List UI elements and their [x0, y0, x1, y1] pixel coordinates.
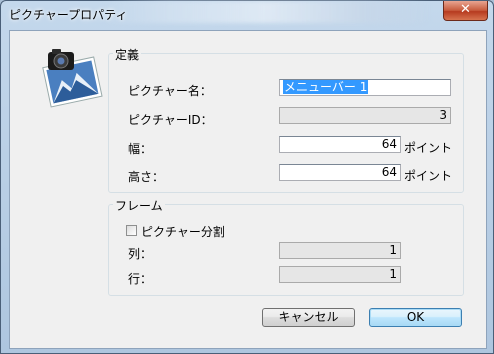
height-label: 高さ：	[128, 170, 165, 184]
cancel-button[interactable]: キャンセル	[262, 308, 355, 327]
frame-group-title: フレーム	[113, 197, 165, 214]
picture-id-field: 3	[279, 107, 451, 124]
picture-name-label: ピクチャー名：	[128, 84, 212, 98]
columns-field: 1	[279, 242, 401, 259]
height-unit: ポイント	[404, 169, 453, 183]
columns-label: 列：	[128, 247, 153, 261]
picture-split-checkbox[interactable]	[126, 225, 137, 236]
close-icon: ✕	[460, 2, 471, 17]
picture-id-label: ピクチャーID：	[128, 113, 213, 127]
picture-name-value: メニューバー 1	[283, 80, 369, 94]
titlebar-background	[101, 1, 431, 23]
dialog-window: ピクチャープロパティ ✕ 定義 ピクチャー名： メニューバー 1 ピクチャーID	[0, 0, 494, 354]
window-title: ピクチャープロパティ	[9, 8, 128, 22]
width-input[interactable]: 64	[279, 136, 401, 153]
width-label: 幅：	[128, 142, 153, 156]
ok-button[interactable]: OK	[369, 308, 462, 327]
dialog-client-area: 定義 ピクチャー名： メニューバー 1 ピクチャーID： 3 幅： 64 ポイン…	[9, 30, 487, 349]
definition-group-title: 定義	[113, 46, 142, 63]
camera-picture-icon	[42, 49, 103, 108]
width-unit: ポイント	[404, 141, 453, 155]
picture-split-label[interactable]: ピクチャー分割	[141, 223, 225, 240]
close-button[interactable]: ✕	[443, 1, 488, 21]
rows-field: 1	[279, 266, 401, 283]
height-input[interactable]: 64	[279, 164, 401, 181]
picture-name-input[interactable]: メニューバー 1	[279, 79, 451, 96]
rows-label: 行：	[128, 272, 153, 286]
